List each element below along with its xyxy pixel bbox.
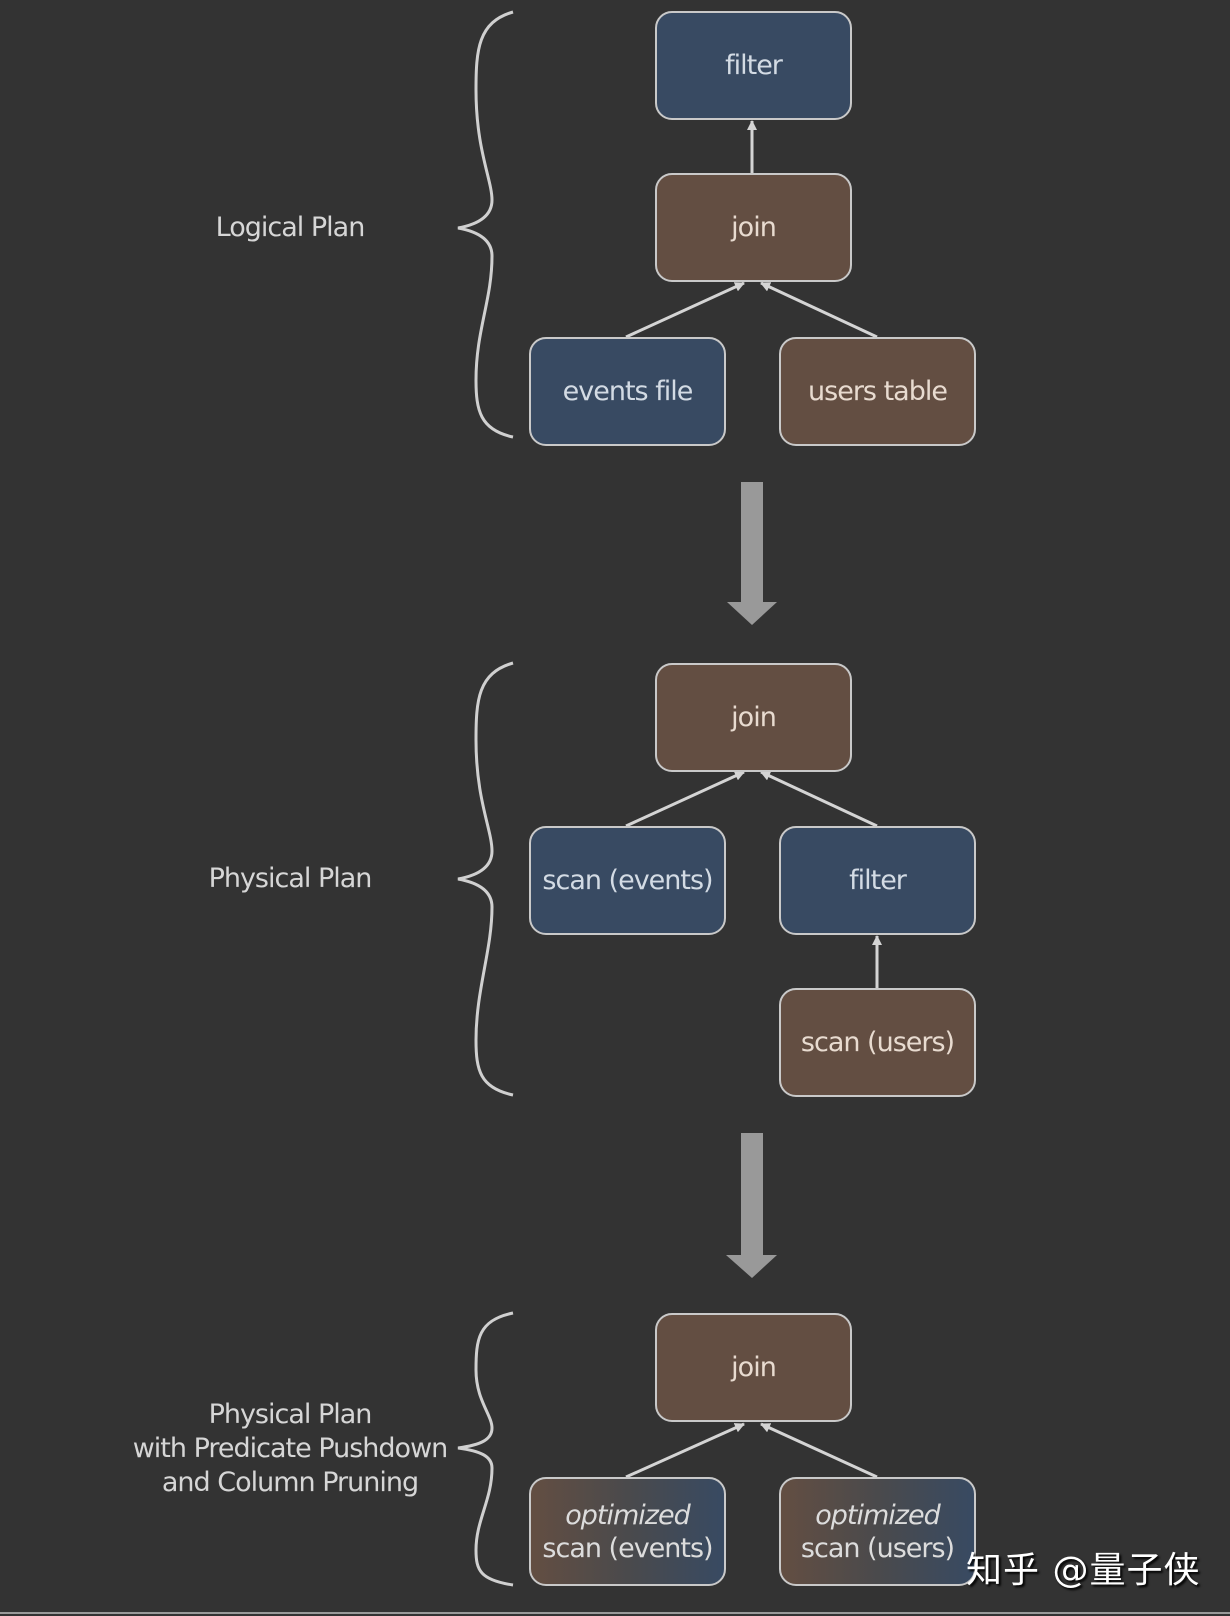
brace-physical xyxy=(457,661,514,1097)
bottom-divider xyxy=(0,1612,1230,1614)
edge-opt-events-to-join xyxy=(625,1422,745,1479)
transition-arrow-2 xyxy=(726,1133,777,1278)
node-optimized-join: join xyxy=(655,1313,852,1422)
node-events-file: events file xyxy=(529,337,726,446)
node-optimized-scan-events: optimized scan (events) xyxy=(529,1477,726,1586)
node-label: scan (users) xyxy=(800,1532,955,1564)
node-users-table: users table xyxy=(779,337,976,446)
label-line: and Column Pruning xyxy=(161,1467,419,1498)
node-prefix: optimized xyxy=(815,1499,940,1531)
node-label: scan (events) xyxy=(542,1532,713,1564)
transition-arrow-1 xyxy=(727,482,777,625)
node-prefix: optimized xyxy=(565,1499,690,1531)
label-optimized-plan: Physical Plan with Predicate Pushdown an… xyxy=(120,1398,460,1500)
node-scan-events: scan (events) xyxy=(529,826,726,935)
node-label: filter xyxy=(849,865,907,896)
node-physical-filter: filter xyxy=(779,826,976,935)
edge-users-to-join xyxy=(760,281,878,339)
node-physical-join: join xyxy=(655,663,852,772)
edge-events-to-join xyxy=(625,281,745,339)
node-label: events file xyxy=(562,376,694,407)
edge-scan-events-to-join xyxy=(625,770,745,828)
node-scan-users: scan (users) xyxy=(779,988,976,1097)
edge-opt-users-to-join xyxy=(760,1422,878,1479)
node-label: join xyxy=(731,1352,777,1383)
node-label: filter xyxy=(725,50,783,81)
node-logical-filter: filter xyxy=(655,11,852,120)
node-label: join xyxy=(731,212,777,243)
node-logical-join: join xyxy=(655,173,852,282)
brace-optimized xyxy=(457,1311,514,1587)
brace-logical xyxy=(457,10,514,439)
edge-filter-to-join xyxy=(760,770,878,828)
node-label: scan (users) xyxy=(800,1027,955,1058)
node-label: join xyxy=(731,702,777,733)
label-physical-plan: Physical Plan xyxy=(208,863,373,894)
node-label: users table xyxy=(808,376,948,407)
watermark: 知乎 @量子侠 xyxy=(966,1550,1201,1591)
node-optimized-scan-users: optimized scan (users) xyxy=(779,1477,976,1586)
label-line: with Predicate Pushdown xyxy=(132,1433,449,1464)
label-line: Physical Plan xyxy=(208,1399,373,1430)
label-logical-plan: Logical Plan xyxy=(215,212,366,243)
node-label: scan (events) xyxy=(542,865,713,896)
